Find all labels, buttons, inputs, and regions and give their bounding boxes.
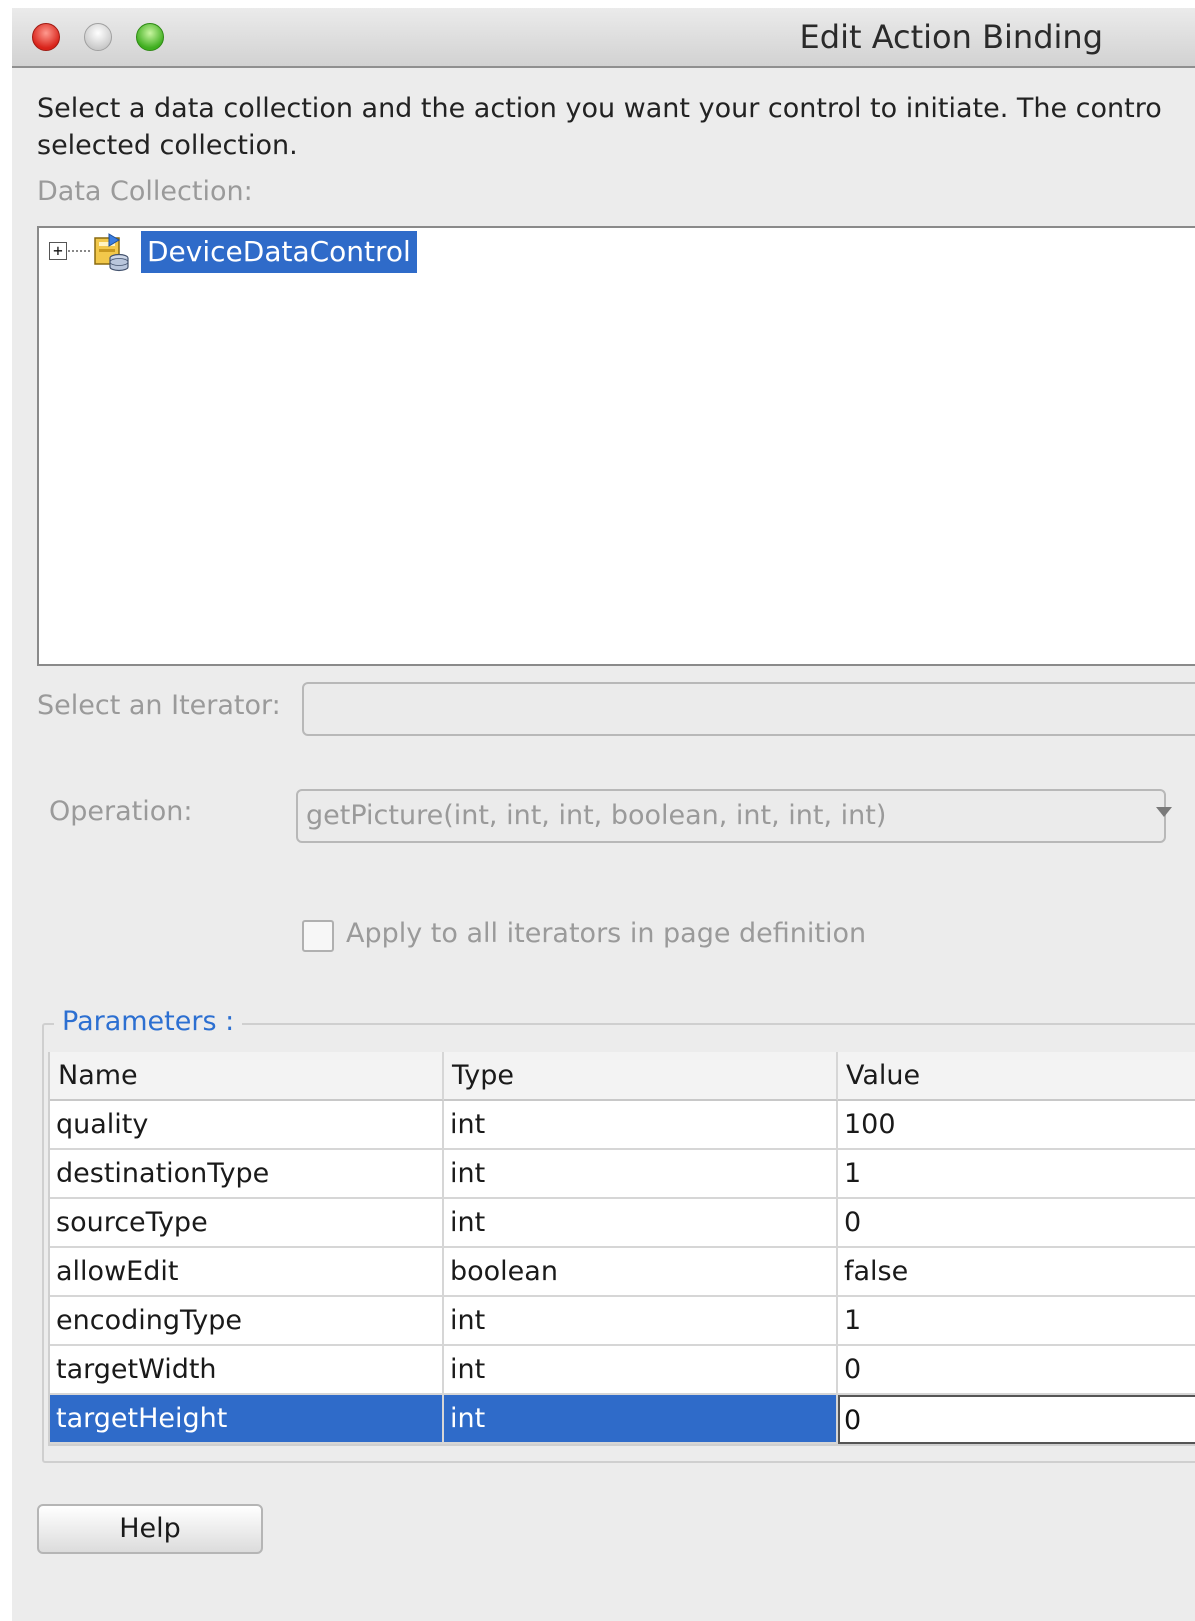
param-name-cell: quality — [50, 1101, 444, 1150]
param-type-cell: int — [444, 1297, 838, 1346]
apply-all-checkbox[interactable] — [302, 920, 334, 952]
param-type-cell: int — [444, 1395, 838, 1444]
data-collection-tree[interactable]: + DeviceDataControl — [37, 226, 1195, 666]
parameters-table: Name Type Value quality int 100 destinat… — [48, 1052, 1195, 1446]
param-value-cell[interactable]: 1 — [838, 1297, 1195, 1346]
param-name-cell: sourceType — [50, 1199, 444, 1248]
iterator-select[interactable] — [302, 682, 1195, 736]
tree-connector — [68, 250, 90, 252]
tree-node-devicedatacontrol[interactable]: DeviceDataControl — [141, 231, 417, 273]
param-type-cell: int — [444, 1101, 838, 1150]
param-value-cell[interactable]: 1 — [838, 1150, 1195, 1199]
table-row-selected[interactable]: targetHeight int 0 — [50, 1395, 1195, 1444]
param-name-cell: encodingType — [50, 1297, 444, 1346]
table-row[interactable]: targetWidth int 0 — [50, 1346, 1195, 1395]
param-value-editor[interactable]: 0 — [838, 1395, 1195, 1444]
help-button[interactable]: Help — [37, 1504, 263, 1554]
table-row[interactable]: quality int 100 — [50, 1101, 1195, 1150]
data-collection-label-text: Data Collection: — [37, 176, 253, 207]
param-name-cell: targetWidth — [50, 1346, 444, 1395]
description-line-2: selected collection. — [37, 130, 298, 161]
title-bar: Edit Action Binding — [12, 8, 1195, 68]
param-name-cell: destinationType — [50, 1150, 444, 1199]
operation-dropdown[interactable]: getPicture(int, int, int, boolean, int, … — [296, 789, 1172, 843]
param-value-cell[interactable]: 100 — [838, 1101, 1195, 1150]
column-header-name[interactable]: Name — [50, 1052, 444, 1101]
param-type-cell: int — [444, 1346, 838, 1395]
table-row[interactable]: destinationType int 1 — [50, 1150, 1195, 1199]
param-type-cell: int — [444, 1150, 838, 1199]
column-header-type[interactable]: Type — [444, 1052, 838, 1101]
operation-value: getPicture(int, int, int, boolean, int, … — [306, 800, 887, 831]
data-collection-label: Data Collection: — [37, 176, 253, 207]
operation-label: Operation: — [49, 796, 193, 827]
param-value-cell[interactable]: false — [838, 1248, 1195, 1297]
table-header-row: Name Type Value — [50, 1052, 1195, 1101]
iterator-label: Select an Iterator: — [37, 690, 281, 721]
dialog-description: Select a data collection and the action … — [37, 90, 1195, 164]
edit-action-binding-dialog: Edit Action Binding Select a data collec… — [12, 8, 1195, 1621]
window-title: Edit Action Binding — [799, 18, 1103, 56]
chevron-down-icon — [1156, 807, 1172, 817]
param-type-cell: boolean — [444, 1248, 838, 1297]
data-control-icon — [94, 233, 129, 272]
param-name-cell: targetHeight — [50, 1395, 444, 1444]
description-line-1: Select a data collection and the action … — [37, 93, 1162, 124]
column-header-value[interactable]: Value — [838, 1052, 1195, 1101]
param-value-cell[interactable]: 0 — [838, 1346, 1195, 1395]
expand-plus-icon[interactable]: + — [49, 242, 67, 260]
param-type-cell: int — [444, 1199, 838, 1248]
table-row[interactable]: allowEdit boolean false — [50, 1248, 1195, 1297]
parameters-legend: Parameters : — [54, 1006, 243, 1037]
param-value-cell[interactable]: 0 — [838, 1199, 1195, 1248]
param-name-cell: allowEdit — [50, 1248, 444, 1297]
table-row[interactable]: encodingType int 1 — [50, 1297, 1195, 1346]
table-row[interactable]: sourceType int 0 — [50, 1199, 1195, 1248]
apply-all-label[interactable]: Apply to all iterators in page definitio… — [346, 918, 866, 949]
